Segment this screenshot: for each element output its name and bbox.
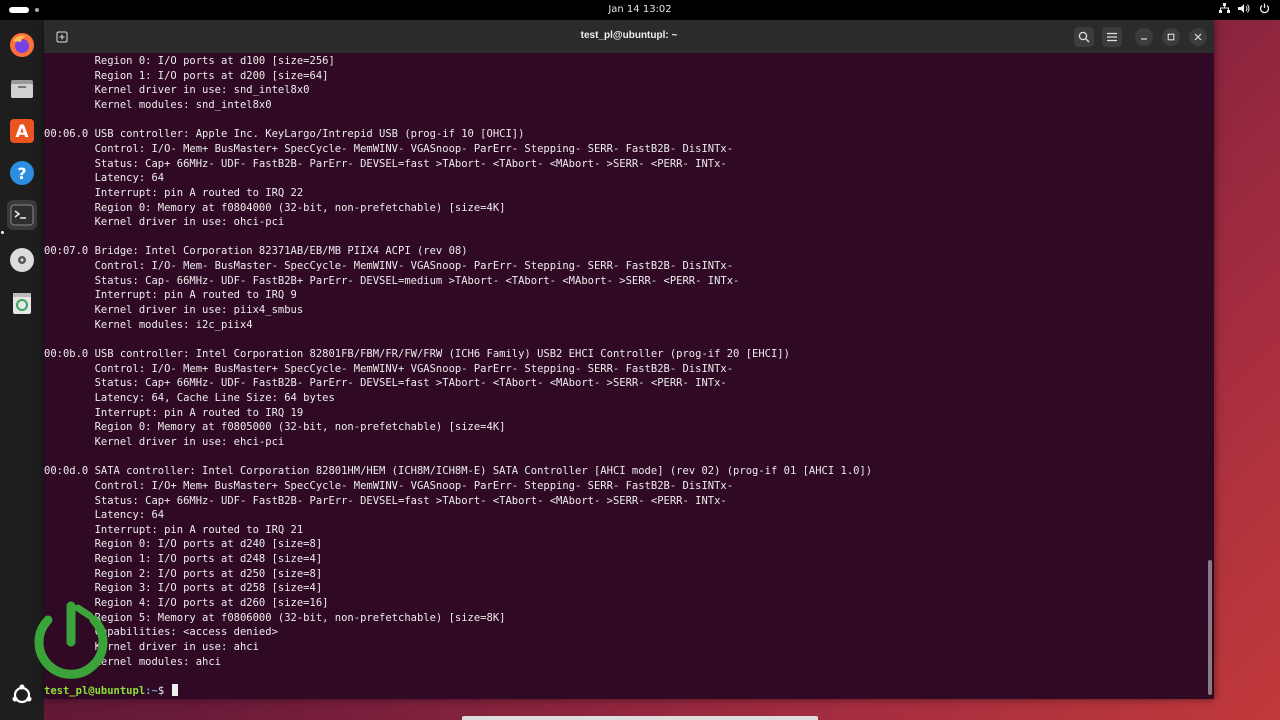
terminal-line: Status: Cap+ 66MHz- UDF- FastB2B- ParErr… bbox=[44, 377, 727, 390]
help-icon[interactable]: ? bbox=[7, 158, 37, 188]
terminal-line: 00:0d.0 SATA controller: Intel Corporati… bbox=[44, 465, 873, 478]
search-icon[interactable] bbox=[1074, 27, 1094, 47]
files-icon[interactable] bbox=[7, 74, 37, 104]
terminal-line: Region 3: I/O ports at d258 [size=4] bbox=[44, 582, 323, 595]
maximize-icon[interactable] bbox=[1162, 28, 1180, 46]
terminal-line: Status: Cap- 66MHz- UDF- FastB2B+ ParErr… bbox=[44, 274, 740, 287]
terminal-line: 00:07.0 Bridge: Intel Corporation 82371A… bbox=[44, 245, 468, 258]
svg-text:?: ? bbox=[17, 164, 26, 183]
terminal-line: Kernel modules: snd_intel8x0 bbox=[44, 98, 272, 111]
disc-icon[interactable] bbox=[7, 245, 37, 275]
terminal-line: Interrupt: pin A routed to IRQ 21 bbox=[44, 523, 304, 536]
app-center-icon[interactable]: A bbox=[7, 116, 37, 146]
terminal-window[interactable]: test_pl@ubuntupl: ~ Region 0: I/O ports … bbox=[44, 20, 1214, 699]
terminal-line: Kernel modules: i2c_piix4 bbox=[44, 318, 253, 331]
power-icon[interactable] bbox=[1258, 3, 1270, 17]
scrollbar[interactable] bbox=[1208, 560, 1212, 695]
prompt-symbol: $ bbox=[157, 685, 171, 697]
text-cursor bbox=[172, 684, 179, 696]
trash-icon[interactable] bbox=[7, 288, 37, 318]
terminal-line: Interrupt: pin A routed to IRQ 19 bbox=[44, 406, 304, 419]
title-bar[interactable]: test_pl@ubuntupl: ~ bbox=[44, 20, 1214, 53]
terminal-line: Interrupt: pin A routed to IRQ 22 bbox=[44, 186, 304, 199]
system-tray[interactable] bbox=[1218, 3, 1270, 17]
terminal-line: Interrupt: pin A routed to IRQ 9 bbox=[44, 289, 297, 302]
terminal-line: Region 1: I/O ports at d200 [size=64] bbox=[44, 69, 329, 82]
power-logo-watermark bbox=[26, 600, 116, 690]
terminal-line: Control: I/O+ Mem+ BusMaster+ SpecCycle-… bbox=[44, 479, 734, 492]
firefox-icon[interactable] bbox=[7, 30, 37, 60]
terminal-line: Kernel driver in use: ehci-pci bbox=[44, 435, 285, 448]
terminal-line: Status: Cap+ 66MHz- UDF- FastB2B- ParErr… bbox=[44, 494, 727, 507]
bottom-edge-bar bbox=[462, 716, 818, 720]
clock[interactable]: Jan 14 13:02 bbox=[0, 4, 1280, 15]
terminal-line: Kernel driver in use: snd_intel8x0 bbox=[44, 84, 310, 97]
terminal-line: Region 0: Memory at f0805000 (32-bit, no… bbox=[44, 421, 506, 434]
svg-text:A: A bbox=[15, 122, 29, 142]
terminal-line: Control: I/O- Mem+ BusMaster+ SpecCycle-… bbox=[44, 362, 734, 375]
volume-icon[interactable] bbox=[1238, 3, 1250, 17]
top-bar: Jan 14 13:02 bbox=[0, 0, 1280, 20]
terminal-line: Region 1: I/O ports at d248 [size=4] bbox=[44, 553, 323, 566]
terminal-line: Latency: 64 bbox=[44, 172, 165, 185]
terminal-line: Latency: 64, Cache Line Size: 64 bytes bbox=[44, 391, 335, 404]
network-icon[interactable] bbox=[1218, 3, 1230, 17]
terminal-line: Control: I/O- Mem+ BusMaster+ SpecCycle-… bbox=[44, 142, 734, 155]
terminal-line: Region 0: Memory at f0804000 (32-bit, no… bbox=[44, 201, 506, 214]
terminal-output[interactable]: Region 0: I/O ports at d100 [size=256] R… bbox=[44, 53, 1204, 699]
terminal-line: Control: I/O- Mem- BusMaster- SpecCycle-… bbox=[44, 260, 734, 273]
window-title: test_pl@ubuntupl: ~ bbox=[580, 30, 678, 41]
hamburger-menu-icon[interactable] bbox=[1102, 27, 1122, 47]
terminal-line: 00:06.0 USB controller: Apple Inc. KeyLa… bbox=[44, 128, 525, 141]
minimize-icon[interactable] bbox=[1135, 28, 1153, 46]
terminal-line: Status: Cap+ 66MHz- UDF- FastB2B- ParErr… bbox=[44, 157, 727, 170]
terminal-line: Region 0: I/O ports at d100 [size=256] bbox=[44, 55, 335, 67]
terminal-line: 00:0b.0 USB controller: Intel Corporatio… bbox=[44, 348, 790, 360]
terminal-icon[interactable] bbox=[7, 200, 37, 230]
terminal-line: Latency: 64 bbox=[44, 509, 165, 522]
terminal-line: Kernel driver in use: piix4_smbus bbox=[44, 304, 304, 317]
terminal-line: Region 2: I/O ports at d250 [size=8] bbox=[44, 567, 323, 580]
terminal-line: Kernel driver in use: ohci-pci bbox=[44, 216, 285, 229]
running-indicator bbox=[1, 231, 4, 234]
prompt-path: :~ bbox=[145, 685, 158, 697]
terminal-line: Region 0: I/O ports at d240 [size=8] bbox=[44, 538, 323, 551]
close-icon[interactable] bbox=[1189, 28, 1207, 46]
